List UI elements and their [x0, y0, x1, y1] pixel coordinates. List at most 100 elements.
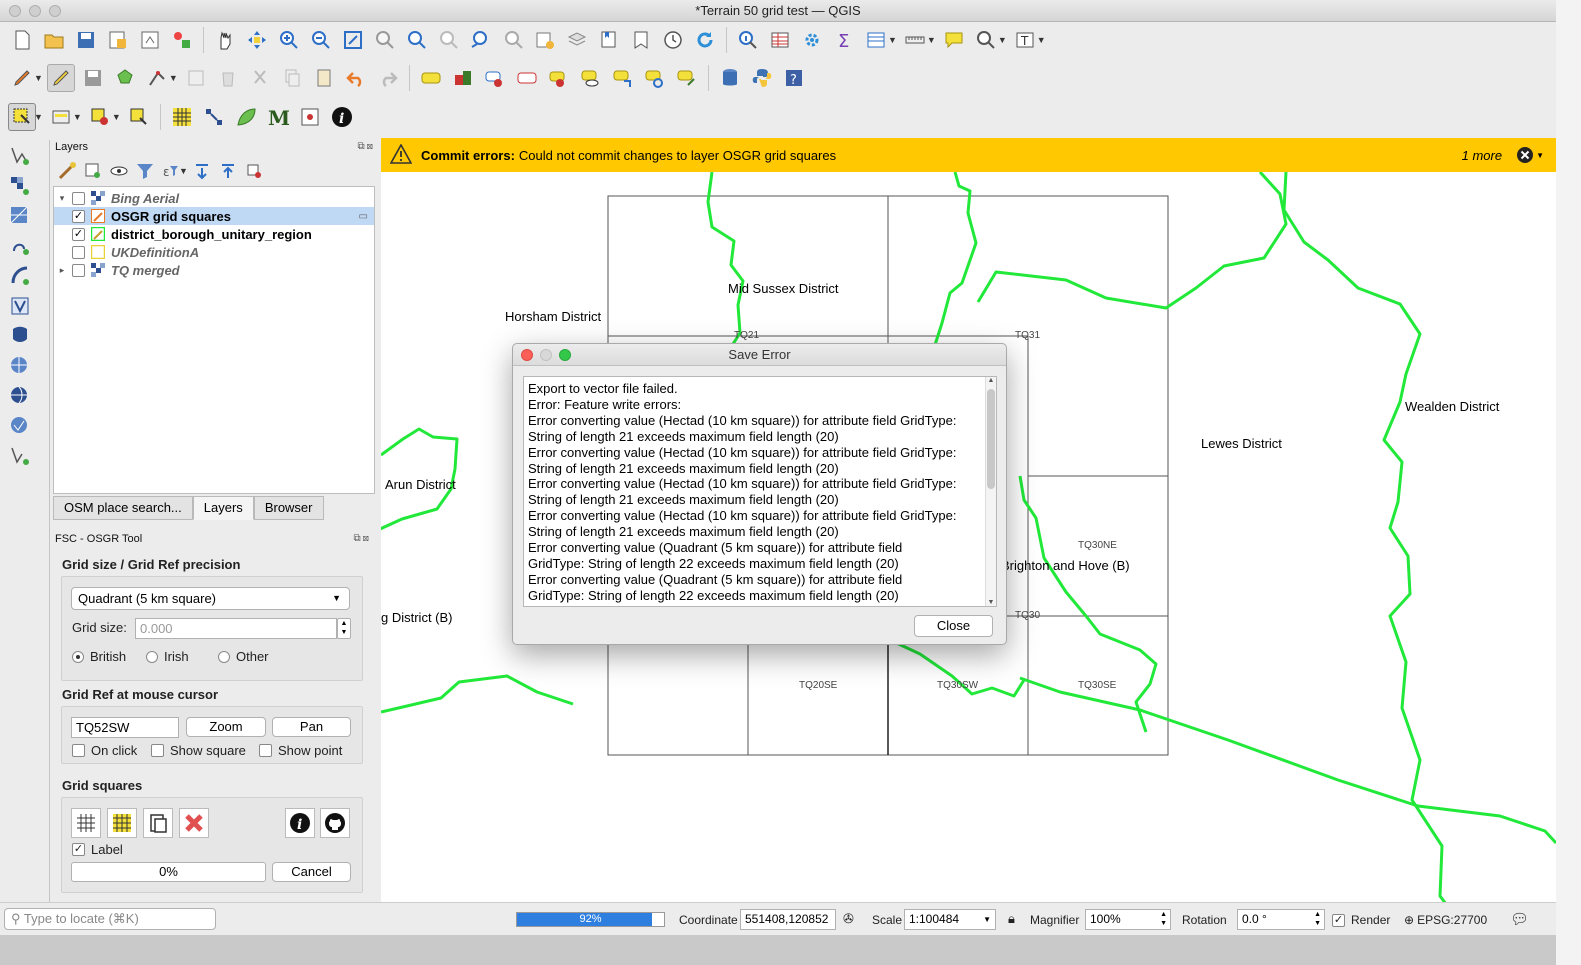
close-window-button[interactable]: [9, 5, 21, 17]
layer-row[interactable]: ▾ Bing Aerial: [54, 189, 374, 207]
gridref-input[interactable]: TQ52SW: [71, 717, 179, 738]
remove-layer-icon[interactable]: [242, 157, 266, 185]
coordinate-field[interactable]: 551408,120852: [740, 909, 836, 930]
manage-visibility-eye-icon[interactable]: [107, 157, 131, 185]
grid-precision-select[interactable]: Quadrant (5 km square) ▼: [71, 587, 350, 610]
pin-labels-icon[interactable]: [481, 64, 509, 92]
scroll-up-icon[interactable]: ▲: [986, 377, 996, 384]
rotation-spinbox[interactable]: 0.0 ° ▲ ▼: [1237, 909, 1325, 930]
refresh-icon[interactable]: [691, 26, 719, 54]
layers-tree[interactable]: ▾ Bing Aerial ✓ OSGR grid squares ▭ ✓ district…: [53, 186, 375, 494]
scrollbar-thumb[interactable]: [987, 389, 995, 489]
select-location-icon[interactable]: [125, 103, 153, 131]
add-spatialite-icon[interactable]: [6, 262, 34, 290]
grid-tool-icon[interactable]: [168, 103, 196, 131]
style-brush-icon[interactable]: [55, 157, 79, 185]
search-settings-icon[interactable]: [972, 26, 1000, 54]
add-polygon-icon[interactable]: [111, 64, 139, 92]
select-by-value-icon[interactable]: [47, 103, 75, 131]
paste-features-icon[interactable]: [310, 64, 338, 92]
table-list-icon[interactable]: [862, 26, 890, 54]
zoom-out-icon[interactable]: [307, 26, 335, 54]
show-hide-labels-icon[interactable]: [577, 64, 605, 92]
show-point-checkbox[interactable]: Show point: [259, 743, 342, 758]
save-as-icon[interactable]: [104, 26, 132, 54]
select-features-icon[interactable]: [8, 103, 36, 131]
help-icon[interactable]: ?: [780, 64, 808, 92]
current-edits-icon[interactable]: [8, 64, 36, 92]
undo-icon[interactable]: [342, 64, 370, 92]
github-icon[interactable]: [320, 808, 350, 838]
expand-arrow-icon[interactable]: ▸: [56, 265, 68, 276]
tab-osm-search[interactable]: OSM place search...: [53, 496, 193, 520]
more-messages-link[interactable]: 1 more: [1462, 148, 1502, 163]
style-manager-icon[interactable]: [168, 26, 196, 54]
dialog-zoom-traffic-light[interactable]: [559, 349, 571, 361]
layer-visibility-checkbox[interactable]: ✓: [72, 209, 85, 223]
layer-labeling-icon[interactable]: [449, 64, 477, 92]
render-checkbox[interactable]: ✓ Render: [1332, 913, 1390, 927]
radio-british[interactable]: British: [72, 649, 126, 664]
layer-row[interactable]: UKDefinitionA: [54, 243, 374, 261]
identify-icon[interactable]: [734, 26, 762, 54]
radio-irish[interactable]: Irish: [146, 649, 189, 664]
open-project-icon[interactable]: [40, 26, 68, 54]
delete-selected-icon[interactable]: [214, 64, 242, 92]
add-vector-layer-icon[interactable]: [6, 142, 34, 170]
layer-visibility-checkbox[interactable]: [72, 191, 85, 205]
change-label-icon[interactable]: [673, 64, 701, 92]
move-label-icon[interactable]: [545, 64, 573, 92]
scroll-down-icon[interactable]: ▼: [986, 599, 996, 606]
label-toolbar-icon[interactable]: [417, 64, 445, 92]
crs-button[interactable]: ⊕ EPSG:27700: [1404, 913, 1487, 927]
expand-arrow-icon[interactable]: ▾: [56, 193, 68, 204]
add-wfs-layer-icon[interactable]: [6, 382, 34, 410]
pan-to-selection-icon[interactable]: [243, 26, 271, 54]
show-square-checkbox[interactable]: Show square: [151, 743, 246, 758]
copy-features-icon[interactable]: [278, 64, 306, 92]
vertex-tool-icon[interactable]: [143, 64, 171, 92]
messages-icon[interactable]: 💬︎: [1510, 910, 1529, 928]
add-group-icon[interactable]: [81, 157, 105, 185]
clear-red-x-icon[interactable]: [179, 808, 209, 838]
record-plugin-icon[interactable]: [296, 103, 324, 131]
zoom-to-layer-icon[interactable]: [403, 26, 431, 54]
grid-fill-icon[interactable]: [107, 808, 137, 838]
dialog-scrollbar[interactable]: ▲ ▼: [985, 377, 996, 606]
add-virtual-layer-icon[interactable]: [6, 292, 34, 320]
rotate-label-icon[interactable]: [641, 64, 669, 92]
statistics-sigma-icon[interactable]: Σ: [830, 26, 858, 54]
print-layout-icon[interactable]: [136, 26, 164, 54]
deselect-icon[interactable]: [86, 103, 114, 131]
map-tips-icon[interactable]: [627, 26, 655, 54]
layer-visibility-checkbox[interactable]: ✓: [72, 227, 85, 241]
add-raster-layer-icon[interactable]: [6, 172, 34, 200]
settings-gear-icon[interactable]: [798, 26, 826, 54]
panel-float-close-icons[interactable]: ⧉⊠: [358, 141, 376, 153]
measure-icon[interactable]: [901, 26, 929, 54]
zoom-button[interactable]: Zoom: [186, 717, 266, 737]
dismiss-message-icon[interactable]: ▼: [1516, 146, 1544, 164]
dialog-close-traffic-light[interactable]: [521, 349, 533, 361]
m-plugin-icon[interactable]: M: [264, 103, 292, 131]
modify-attributes-icon[interactable]: [182, 64, 210, 92]
minimize-window-button[interactable]: [29, 5, 41, 17]
annotation-icon[interactable]: [940, 26, 968, 54]
osgr-panel-float-close-icons[interactable]: ⧉⊠: [354, 533, 372, 545]
info-icon[interactable]: i: [285, 808, 315, 838]
filter-legend-icon[interactable]: [133, 157, 157, 185]
zoom-window-button[interactable]: [49, 5, 61, 17]
scale-combo[interactable]: 1:100484 ▼: [904, 909, 996, 930]
locator-search-input[interactable]: ⚲ Type to locate (⌘K): [4, 908, 216, 930]
clock-icon[interactable]: [659, 26, 687, 54]
save-project-icon[interactable]: [72, 26, 100, 54]
tab-browser[interactable]: Browser: [253, 496, 324, 520]
grid-size-input[interactable]: 0.000: [135, 618, 337, 639]
zoom-next-icon[interactable]: [499, 26, 527, 54]
new-vector-layer-icon[interactable]: [6, 442, 34, 470]
layer-indicator-icon[interactable]: ▭: [359, 211, 368, 222]
new-bookmark-icon[interactable]: [531, 26, 559, 54]
redo-icon[interactable]: [374, 64, 402, 92]
attribute-table-icon[interactable]: [766, 26, 794, 54]
toggle-extents-icon[interactable]: ✇: [843, 911, 854, 927]
